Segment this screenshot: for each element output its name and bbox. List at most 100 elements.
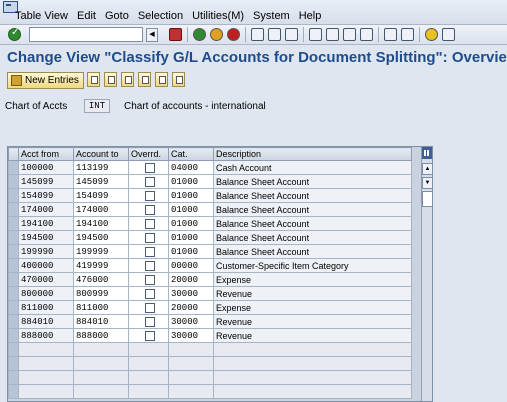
row-selector[interactable]: [8, 384, 19, 399]
row-selector[interactable]: [8, 188, 19, 203]
overrd-checkbox[interactable]: [144, 246, 155, 257]
row-selector[interactable]: [8, 202, 19, 217]
overrd-checkbox[interactable]: [144, 316, 155, 327]
category-cell[interactable]: 04000: [168, 160, 214, 175]
find-next-icon[interactable]: [285, 28, 298, 41]
category-cell[interactable]: 30000: [168, 328, 214, 343]
overrd-checkbox[interactable]: [144, 274, 155, 285]
category-cell[interactable]: 01000: [168, 174, 214, 189]
account-to-cell[interactable]: 113199: [73, 160, 129, 175]
first-page-icon[interactable]: [309, 28, 322, 41]
row-selector[interactable]: [8, 258, 19, 273]
exit-icon[interactable]: [210, 28, 223, 41]
enter-check-icon[interactable]: [8, 27, 21, 41]
delete-icon[interactable]: [104, 72, 117, 87]
row-selector[interactable]: [8, 160, 19, 175]
print-icon[interactable]: [251, 28, 264, 41]
column-header-account-to[interactable]: Account to: [73, 147, 129, 161]
category-cell[interactable]: 01000: [168, 216, 214, 231]
select-all-header[interactable]: [8, 147, 19, 161]
row-selector[interactable]: [8, 174, 19, 189]
category-cell[interactable]: 30000: [168, 286, 214, 301]
find-icon[interactable]: [268, 28, 281, 41]
account-to-cell[interactable]: 476000: [73, 272, 129, 287]
account-to-cell[interactable]: 884010: [73, 314, 129, 329]
row-selector[interactable]: [8, 216, 19, 231]
category-cell[interactable]: 01000: [168, 202, 214, 217]
account-to-cell[interactable]: 199999: [73, 244, 129, 259]
account-to-cell[interactable]: 888000: [73, 328, 129, 343]
new-session-icon[interactable]: [384, 28, 397, 41]
row-selector[interactable]: [8, 356, 19, 371]
copy-as-icon[interactable]: [87, 72, 100, 87]
category-cell[interactable]: 20000: [168, 300, 214, 315]
overrd-checkbox[interactable]: [144, 302, 155, 313]
menu-help[interactable]: Help: [299, 10, 322, 22]
menu-selection[interactable]: Selection: [138, 10, 183, 22]
overrd-checkbox[interactable]: [144, 218, 155, 229]
account-to-cell[interactable]: 800999: [73, 286, 129, 301]
column-header-description[interactable]: Description: [213, 147, 412, 161]
select-all-icon[interactable]: [138, 72, 151, 87]
row-selector[interactable]: [8, 370, 19, 385]
category-cell[interactable]: 30000: [168, 314, 214, 329]
row-selector[interactable]: [8, 230, 19, 245]
account-to-cell[interactable]: 174000: [73, 202, 129, 217]
row-selector[interactable]: [8, 272, 19, 287]
account-to-cell[interactable]: 194500: [73, 230, 129, 245]
scroll-thumb[interactable]: [422, 191, 432, 207]
column-header-cat[interactable]: Cat.: [168, 147, 214, 161]
next-page-icon[interactable]: [343, 28, 356, 41]
category-cell[interactable]: 01000: [168, 230, 214, 245]
category-cell[interactable]: 01000: [168, 188, 214, 203]
select-block-icon[interactable]: [155, 72, 168, 87]
row-selector[interactable]: [8, 342, 19, 357]
overrd-checkbox[interactable]: [144, 288, 155, 299]
save-icon[interactable]: [169, 28, 182, 41]
row-selector[interactable]: [8, 286, 19, 301]
category-cell[interactable]: 20000: [168, 272, 214, 287]
column-header-acct-from[interactable]: Acct from: [18, 147, 74, 161]
customize-layout-icon[interactable]: [442, 28, 455, 41]
overrd-checkbox[interactable]: [144, 260, 155, 271]
overrd-checkbox[interactable]: [144, 330, 155, 341]
menu-table-view[interactable]: Table View: [15, 10, 68, 22]
scroll-down-icon[interactable]: ▼: [422, 177, 432, 189]
column-header-overrd[interactable]: Overrd.: [128, 147, 169, 161]
account-to-cell[interactable]: 811000: [73, 300, 129, 315]
undo-change-icon[interactable]: [121, 72, 134, 87]
table-settings-icon[interactable]: [422, 147, 432, 159]
cancel-icon[interactable]: [227, 28, 240, 41]
last-page-icon[interactable]: [360, 28, 373, 41]
previous-page-icon[interactable]: [326, 28, 339, 41]
row-selector[interactable]: [8, 244, 19, 259]
command-field[interactable]: [29, 27, 143, 42]
row-selector[interactable]: [8, 314, 19, 329]
category-cell[interactable]: 00000: [168, 258, 214, 273]
overrd-checkbox[interactable]: [144, 176, 155, 187]
menu-utilities[interactable]: Utilities(M): [192, 10, 244, 22]
overrd-checkbox[interactable]: [144, 232, 155, 243]
scroll-up-icon[interactable]: ▲: [422, 163, 432, 175]
command-dropdown-icon[interactable]: ◀: [146, 28, 158, 42]
menu-edit[interactable]: Edit: [77, 10, 96, 22]
overrd-checkbox[interactable]: [144, 190, 155, 201]
new-entries-button[interactable]: New Entries: [7, 72, 84, 89]
overrd-checkbox[interactable]: [144, 162, 155, 173]
category-cell[interactable]: 01000: [168, 244, 214, 259]
table-row: 884010 884010 30000 Revenue: [8, 314, 412, 329]
deselect-all-icon[interactable]: [172, 72, 185, 87]
row-selector[interactable]: [8, 300, 19, 315]
help-icon[interactable]: [425, 28, 438, 41]
account-to-cell[interactable]: 194100: [73, 216, 129, 231]
row-selector[interactable]: [8, 328, 19, 343]
account-to-cell[interactable]: 154099: [73, 188, 129, 203]
vertical-scrollbar[interactable]: ▲ ▼: [421, 147, 432, 401]
account-to-cell[interactable]: 145099: [73, 174, 129, 189]
account-to-cell[interactable]: 419999: [73, 258, 129, 273]
menu-goto[interactable]: Goto: [105, 10, 129, 22]
back-icon[interactable]: [193, 28, 206, 41]
overrd-checkbox[interactable]: [144, 204, 155, 215]
menu-system[interactable]: System: [253, 10, 290, 22]
shortcut-icon[interactable]: [401, 28, 414, 41]
